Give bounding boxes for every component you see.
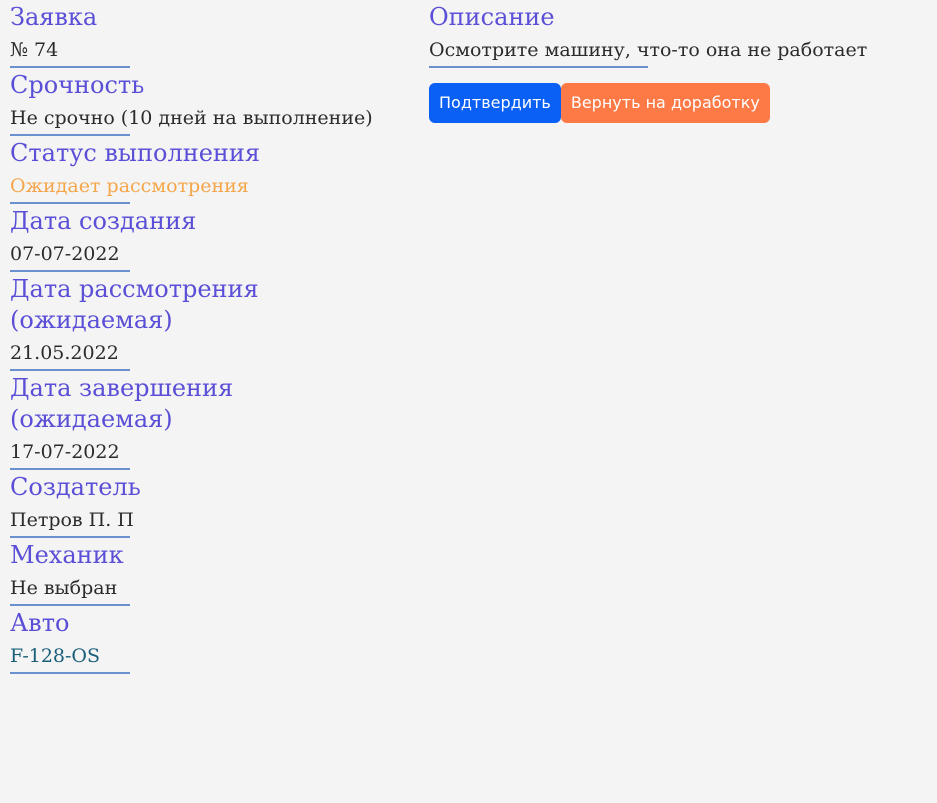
field-request-number: Заявка № 74 <box>10 0 410 68</box>
return-for-revision-button[interactable]: Вернуть на доработку <box>560 83 770 123</box>
request-number-value: № 74 <box>10 39 59 61</box>
field-status: Статус выполнения Ожидает рассмотрения <box>10 136 410 204</box>
field-label: Дата завершения (ожидаемая) <box>10 374 234 433</box>
review-date-value: 21.05.2022 <box>10 342 119 364</box>
field-review-date: Дата рассмотрения (ожидаемая) 21.05.2022 <box>10 272 410 371</box>
field-label: Авто <box>10 609 70 637</box>
urgency-value: Не срочно (10 дней на выполнение) <box>10 107 373 129</box>
description-value: Осмотрите машину, что-то она не работает <box>429 39 868 61</box>
completion-date-value: 17-07-2022 <box>10 441 120 463</box>
field-creator: Создатель Петров П. П <box>10 470 410 538</box>
creator-value: Петров П. П <box>10 509 134 531</box>
field-label: Дата создания <box>10 207 197 235</box>
status-value: Ожидает рассмотрения <box>10 175 249 197</box>
action-buttons: Подтвердить Вернуть на доработку <box>429 83 929 123</box>
divider <box>429 66 648 68</box>
field-completion-date: Дата завершения (ожидаемая) 17-07-2022 <box>10 371 410 470</box>
field-label: Заявка <box>10 3 98 31</box>
auto-value: F-128-OS <box>10 645 101 667</box>
field-mechanic: Механик Не выбран <box>10 538 410 606</box>
field-label: Механик <box>10 541 124 569</box>
description-label: Описание <box>429 3 555 31</box>
field-label: Создатель <box>10 473 141 501</box>
field-auto: Авто F-128-OS <box>10 606 410 674</box>
field-created-date: Дата создания 07-07-2022 <box>10 204 410 272</box>
request-details: Заявка № 74 Срочность Не срочно (10 дней… <box>10 0 410 674</box>
field-urgency: Срочность Не срочно (10 дней на выполнен… <box>10 68 410 136</box>
field-label: Дата рассмотрения (ожидаемая) <box>10 275 259 334</box>
description-panel: Описание Осмотрите машину, что-то она не… <box>429 0 929 123</box>
confirm-button[interactable]: Подтвердить <box>429 83 561 123</box>
field-label: Срочность <box>10 71 145 99</box>
field-label: Статус выполнения <box>10 139 261 167</box>
created-date-value: 07-07-2022 <box>10 243 120 265</box>
divider <box>10 672 130 674</box>
mechanic-value: Не выбран <box>10 577 118 599</box>
